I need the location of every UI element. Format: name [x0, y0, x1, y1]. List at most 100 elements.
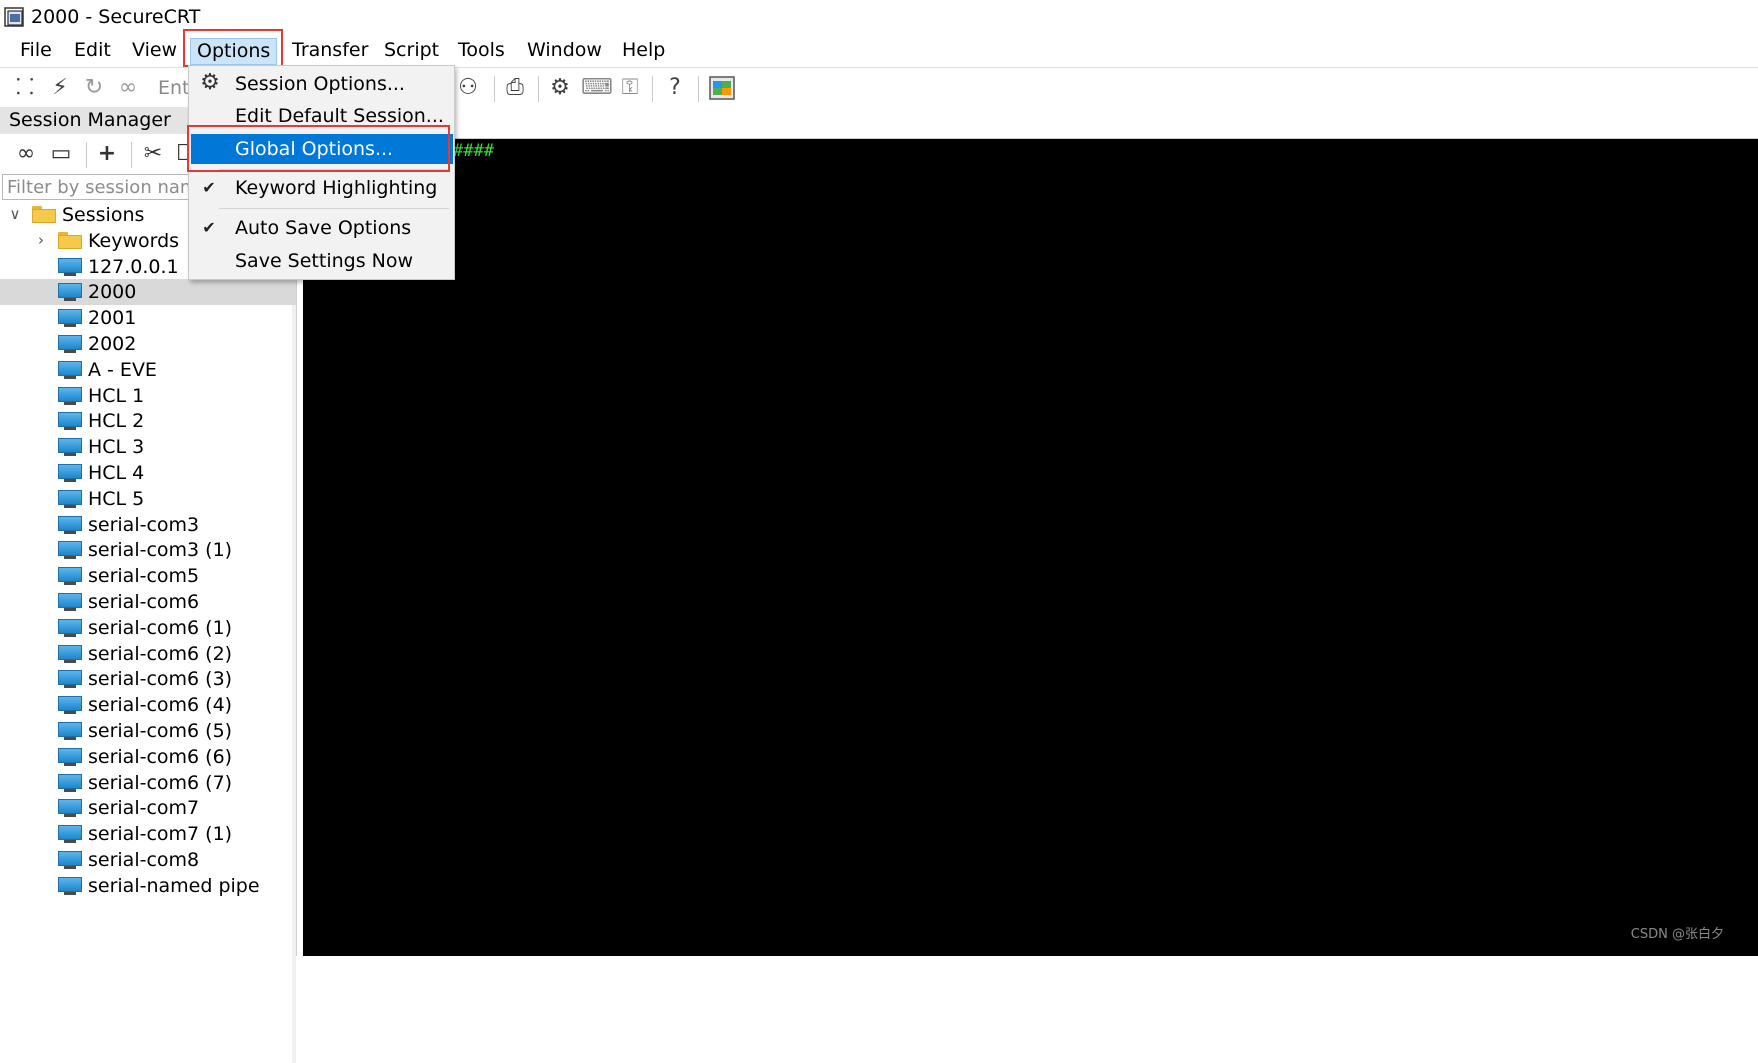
session-monitor-icon — [58, 335, 82, 354]
tree-session-item[interactable]: HCL 1 — [0, 383, 296, 409]
connect-tree-icon[interactable]: ⸬ — [11, 74, 39, 102]
tree-session-item[interactable]: serial-com6 (7) — [0, 770, 296, 796]
print-icon[interactable]: ⎙ — [501, 74, 529, 102]
tree-item-label: 2001 — [88, 307, 137, 330]
tree-session-item[interactable]: serial-com3 (1) — [0, 537, 296, 563]
toolbar-separator — [538, 76, 539, 102]
global-options-highlight-box — [187, 125, 450, 172]
screenshot-app-icon[interactable] — [709, 76, 735, 100]
gear-icon: ⚙ — [200, 70, 220, 95]
session-monitor-icon — [58, 799, 82, 818]
check-icon: ✔ — [202, 218, 216, 237]
tree-session-item[interactable]: HCL 3 — [0, 434, 296, 460]
tree-item-label: 2002 — [88, 333, 137, 355]
connect-link-icon[interactable]: ∞ — [12, 140, 40, 168]
tree-session-item[interactable]: serial-com6 — [0, 589, 296, 615]
menu-item-keyword-highlighting[interactable]: ✔ Keyword Highlighting — [191, 173, 453, 203]
tree-session-item[interactable]: serial-com6 (2) — [0, 641, 296, 667]
tree-session-item[interactable]: serial-named pipe — [0, 873, 296, 899]
tree-session-item[interactable]: serial-com8 — [0, 847, 296, 873]
tree-item-label: serial-com6 (4) — [88, 694, 233, 717]
connect-tab-icon[interactable]: ▭ — [47, 140, 75, 168]
tree-session-item[interactable]: HCL 5 — [0, 486, 296, 512]
tree-session-item[interactable]: serial-com3 — [0, 512, 296, 538]
menu-item-label: Save Settings Now — [235, 250, 414, 272]
tree-session-item[interactable]: serial-com6 (6) — [0, 744, 296, 770]
session-monitor-icon — [58, 567, 82, 586]
menu-item-label: Keyword Highlighting — [235, 177, 438, 199]
tree-session-item[interactable]: serial-com6 (4) — [0, 692, 296, 718]
session-monitor-icon — [58, 438, 82, 457]
tree-session-item[interactable]: 2001 — [0, 305, 296, 331]
menu-tools[interactable]: Tools — [452, 38, 511, 63]
keymap-keyboard-icon[interactable]: ⌨ — [581, 74, 613, 102]
menu-script[interactable]: Script — [378, 38, 445, 63]
folder-icon — [58, 231, 82, 249]
menu-window[interactable]: Window — [521, 38, 608, 63]
tree-session-item[interactable]: serial-com7 (1) — [0, 821, 296, 847]
tree-item-label: HCL 5 — [88, 487, 145, 510]
tree-item-label: serial-com7 (1) — [88, 823, 233, 846]
tree-session-item[interactable]: HCL 2 — [0, 408, 296, 434]
session-monitor-icon — [58, 747, 82, 767]
session-monitor-icon — [58, 489, 82, 509]
tree-item-label: HCL 4 — [88, 462, 145, 484]
tree-session-item[interactable]: serial-com6 (5) — [0, 718, 296, 744]
tree-session-item[interactable]: HCL 4 — [0, 460, 296, 486]
tree-session-item[interactable]: serial-com6 (1) — [0, 615, 296, 641]
tree-session-item[interactable]: serial-com5 — [0, 563, 296, 589]
toolbar-separator — [652, 76, 653, 102]
tree-session-item[interactable]: serial-com6 (3) — [0, 666, 296, 692]
tree-session-item[interactable]: A - EVE — [0, 357, 296, 383]
menu-help[interactable]: Help — [616, 38, 671, 63]
toolbar-separator — [698, 76, 699, 102]
disconnect-link-icon[interactable]: ∞ — [114, 74, 142, 102]
session-monitor-icon — [58, 515, 82, 535]
session-monitor-icon — [58, 851, 82, 870]
menu-view[interactable]: View — [126, 38, 183, 63]
session-monitor-icon — [58, 386, 82, 406]
menu-item-label: Auto Save Options — [235, 217, 412, 239]
menu-edit[interactable]: Edit — [68, 38, 117, 63]
session-monitor-icon — [58, 722, 82, 741]
options-menu-dropdown: ⚙ Session Options... Edit Default Sessio… — [188, 65, 455, 280]
reconnect-icon[interactable]: ↻ — [80, 74, 108, 102]
tree-item-label: 2000 — [88, 281, 137, 304]
menu-file[interactable]: File — [14, 38, 58, 63]
chevron-down-icon[interactable]: ∨ — [8, 205, 22, 223]
tree-item-label: serial-com3 — [88, 513, 200, 536]
menu-transfer[interactable]: Transfer — [286, 38, 374, 63]
tree-item-label: serial-named pipe — [88, 874, 260, 897]
chevron-right-icon[interactable]: › — [34, 231, 48, 249]
key-agent-icon[interactable]: ⚿ — [616, 74, 644, 102]
session-monitor-icon — [58, 670, 82, 689]
help-question-icon[interactable]: ? — [661, 74, 689, 102]
session-monitor-icon — [58, 618, 82, 638]
settings-gear-icon[interactable]: ⚙ — [546, 74, 574, 102]
tree-item-label: Sessions — [62, 204, 145, 226]
terminal-screen[interactable]: #### — [303, 139, 1758, 956]
session-monitor-icon — [58, 309, 82, 328]
menu-item-session-options[interactable]: ⚙ Session Options... — [191, 69, 453, 99]
new-session-plus-icon[interactable]: + — [93, 140, 121, 168]
menu-item-auto-save-options[interactable]: ✔ Auto Save Options — [191, 213, 453, 243]
tree-item-label: serial-com6 (5) — [88, 720, 233, 742]
quick-connect-icon[interactable]: ⚡ — [46, 74, 74, 102]
menu-item-label: Session Options... — [235, 73, 405, 95]
cut-scissors-icon[interactable]: ✂ — [139, 140, 167, 168]
find-binoculars-icon[interactable]: ⚇ — [454, 74, 482, 102]
tree-item-label: serial-com7 — [88, 797, 200, 820]
tree-item-label: A - EVE — [88, 358, 157, 381]
tree-session-item[interactable]: serial-com7 — [0, 795, 296, 821]
session-monitor-icon — [58, 257, 82, 277]
tree-session-item[interactable]: 2002 — [0, 331, 296, 357]
watermark: CSDN @张白夕 — [1630, 927, 1724, 942]
tree-item-label: 127.0.0.1 — [88, 255, 179, 278]
menu-item-save-settings-now[interactable]: Save Settings Now — [191, 246, 453, 276]
tree-item-label: serial-com6 (7) — [88, 771, 233, 794]
tree-session-item[interactable]: 2000 — [0, 279, 296, 306]
session-monitor-icon — [58, 360, 82, 380]
session-monitor-icon — [58, 412, 82, 431]
folder-icon — [32, 206, 56, 223]
terminal-output: #### — [453, 141, 494, 161]
